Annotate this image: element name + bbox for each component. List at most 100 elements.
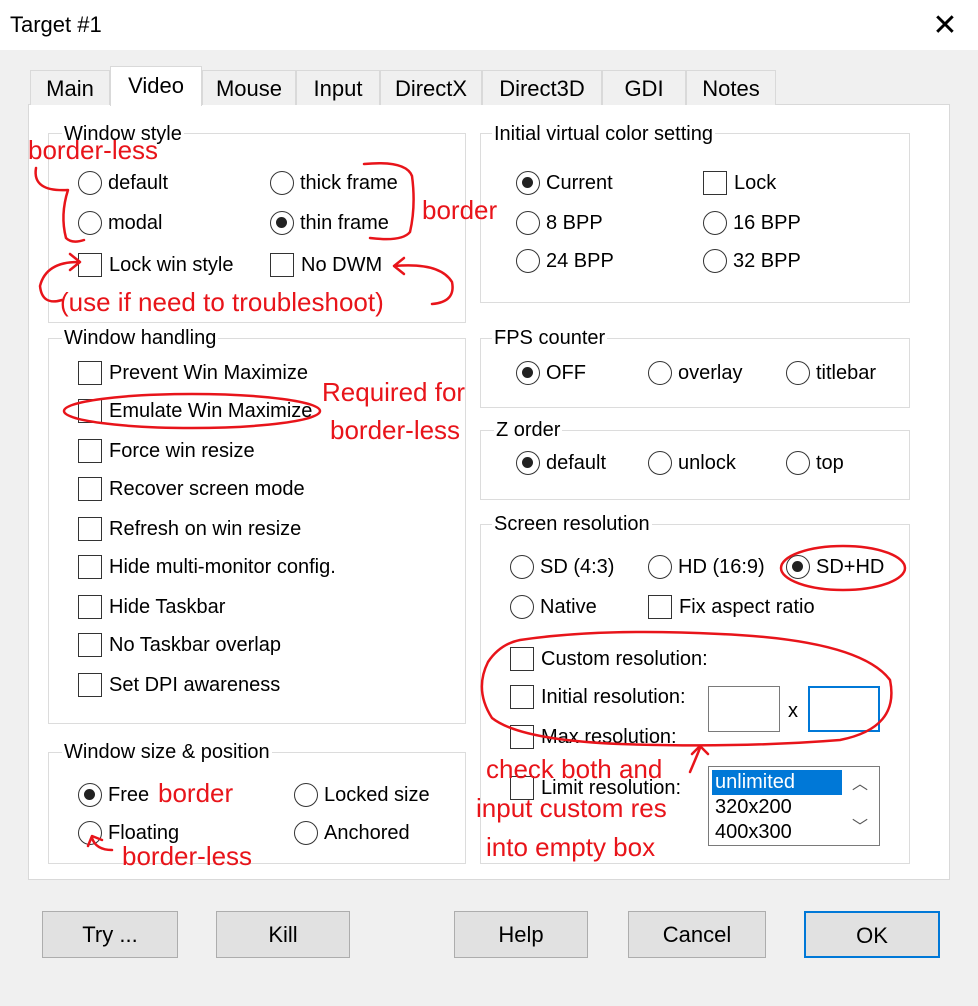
checkbox-set-dpi-awareness[interactable]: Set DPI awareness <box>78 673 280 697</box>
tab-direct3d[interactable]: Direct3D <box>482 70 602 105</box>
checkbox-box[interactable] <box>78 673 102 697</box>
radio-32bpp[interactable]: 32 BPP <box>703 249 801 273</box>
ok-button[interactable]: OK <box>804 911 940 958</box>
checkbox-box[interactable] <box>78 595 102 619</box>
try-button[interactable]: Try ... <box>42 911 178 958</box>
checkbox-box[interactable] <box>78 555 102 579</box>
tab-gdi[interactable]: GDI <box>602 70 686 105</box>
checkbox-refresh-on-win-resize[interactable]: Refresh on win resize <box>78 517 301 541</box>
radio-circle[interactable] <box>510 555 534 579</box>
radio-native[interactable]: Native <box>510 595 597 619</box>
radio-circle[interactable] <box>648 555 672 579</box>
radio-circle-selected[interactable] <box>516 171 540 195</box>
checkbox-box[interactable] <box>78 439 102 463</box>
checkbox-fix-aspect-ratio[interactable]: Fix aspect ratio <box>648 595 815 619</box>
radio-8bpp[interactable]: 8 BPP <box>516 211 603 235</box>
tab-main[interactable]: Main <box>30 70 110 105</box>
checkbox-no-dwm[interactable]: No DWM <box>270 253 382 277</box>
checkbox-max-resolution[interactable]: Max resolution: <box>510 725 677 749</box>
radio-fps-off[interactable]: OFF <box>516 361 586 385</box>
radio-hd[interactable]: HD (16:9) <box>648 555 765 579</box>
radio-default-style[interactable]: default <box>78 171 168 195</box>
radio-free[interactable]: Free <box>78 783 149 807</box>
radio-circle[interactable] <box>294 821 318 845</box>
radio-16bpp[interactable]: 16 BPP <box>703 211 801 235</box>
checkbox-lock-win-style[interactable]: Lock win style <box>78 253 234 277</box>
checkbox-emulate-win-maximize[interactable]: Emulate Win Maximize <box>78 399 312 423</box>
radio-circle[interactable] <box>703 211 727 235</box>
checkbox-box[interactable] <box>78 477 102 501</box>
checkbox-box[interactable] <box>78 399 102 423</box>
list-item[interactable]: 320x200 <box>712 795 842 820</box>
radio-circle[interactable] <box>78 211 102 235</box>
checkbox-box[interactable] <box>78 633 102 657</box>
radio-thick-frame[interactable]: thick frame <box>270 171 398 195</box>
resolution-width-input[interactable] <box>708 686 780 732</box>
radio-circle[interactable] <box>648 451 672 475</box>
radio-sd[interactable]: SD (4:3) <box>510 555 614 579</box>
kill-button[interactable]: Kill <box>216 911 350 958</box>
radio-current[interactable]: Current <box>516 171 613 195</box>
checkbox-lock-win-style-label: Lock win style <box>109 254 234 276</box>
checkbox-box[interactable] <box>270 253 294 277</box>
tab-directx[interactable]: DirectX <box>380 70 482 105</box>
checkbox-force-win-resize[interactable]: Force win resize <box>78 439 255 463</box>
radio-circle[interactable] <box>516 211 540 235</box>
cancel-button[interactable]: Cancel <box>628 911 766 958</box>
checkbox-custom-resolution[interactable]: Custom resolution: <box>510 647 708 671</box>
checkbox-lock-color[interactable]: Lock <box>703 171 776 195</box>
checkbox-box[interactable] <box>78 253 102 277</box>
radio-z-unlock[interactable]: unlock <box>648 451 736 475</box>
radio-anchored[interactable]: Anchored <box>294 821 410 845</box>
checkbox-box[interactable] <box>78 361 102 385</box>
tab-video[interactable]: Video <box>110 66 202 106</box>
checkbox-box[interactable] <box>703 171 727 195</box>
radio-circle[interactable] <box>786 451 810 475</box>
checkbox-box[interactable] <box>78 517 102 541</box>
radio-modal[interactable]: modal <box>78 211 162 235</box>
checkbox-box[interactable] <box>648 595 672 619</box>
radio-circle-selected[interactable] <box>786 555 810 579</box>
list-item-selected[interactable]: unlimited <box>712 770 842 795</box>
radio-circle[interactable] <box>294 783 318 807</box>
radio-z-default[interactable]: default <box>516 451 606 475</box>
radio-24bpp[interactable]: 24 BPP <box>516 249 614 273</box>
radio-circle[interactable] <box>78 821 102 845</box>
radio-circle[interactable] <box>786 361 810 385</box>
radio-circle[interactable] <box>78 171 102 195</box>
chevron-up-icon[interactable]: ︿ <box>843 770 877 800</box>
radio-z-top[interactable]: top <box>786 451 844 475</box>
tab-mouse[interactable]: Mouse <box>202 70 296 105</box>
radio-sdhd[interactable]: SD+HD <box>786 555 884 579</box>
radio-circle-selected[interactable] <box>78 783 102 807</box>
checkbox-box[interactable] <box>510 685 534 709</box>
radio-circle-selected[interactable] <box>516 451 540 475</box>
radio-circle[interactable] <box>270 171 294 195</box>
radio-circle[interactable] <box>648 361 672 385</box>
checkbox-hide-multi-monitor[interactable]: Hide multi-monitor config. <box>78 555 336 579</box>
radio-circle[interactable] <box>516 249 540 273</box>
radio-circle-selected[interactable] <box>270 211 294 235</box>
radio-locked-size[interactable]: Locked size <box>294 783 430 807</box>
list-item[interactable]: 400x300 <box>712 820 842 845</box>
checkbox-no-taskbar-overlap[interactable]: No Taskbar overlap <box>78 633 281 657</box>
tab-input[interactable]: Input <box>296 70 380 105</box>
chevron-down-icon[interactable]: ﹀ <box>843 813 877 843</box>
resolution-height-input[interactable] <box>808 686 880 732</box>
checkbox-box[interactable] <box>510 647 534 671</box>
checkbox-box[interactable] <box>510 725 534 749</box>
radio-fps-titlebar[interactable]: titlebar <box>786 361 876 385</box>
checkbox-initial-resolution[interactable]: Initial resolution: <box>510 685 686 709</box>
tab-notes[interactable]: Notes <box>686 70 776 105</box>
checkbox-prevent-win-maximize[interactable]: Prevent Win Maximize <box>78 361 308 385</box>
checkbox-hide-taskbar[interactable]: Hide Taskbar <box>78 595 225 619</box>
help-button[interactable]: Help <box>454 911 588 958</box>
resolution-listbox[interactable]: unlimited 320x200 400x300 ︿ ﹀ <box>708 766 880 846</box>
radio-circle[interactable] <box>510 595 534 619</box>
radio-circle-selected[interactable] <box>516 361 540 385</box>
radio-circle[interactable] <box>703 249 727 273</box>
close-icon[interactable]: ✕ <box>925 8 965 44</box>
checkbox-recover-screen-mode[interactable]: Recover screen mode <box>78 477 305 501</box>
radio-thin-frame[interactable]: thin frame <box>270 211 389 235</box>
radio-fps-overlay[interactable]: overlay <box>648 361 742 385</box>
